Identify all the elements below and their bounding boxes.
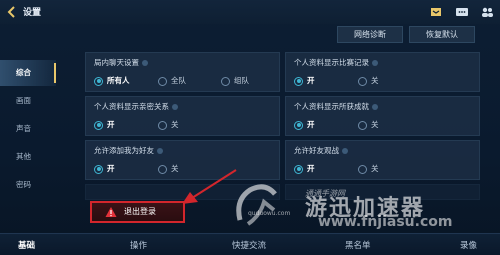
tab-operation[interactable]: 操作 [130, 239, 147, 251]
allow-friend-title: 允许添加我为好友 [94, 146, 154, 155]
tab-blacklist[interactable]: 黑名单 [345, 239, 371, 251]
radio-icon [94, 164, 103, 174]
achievements-title: 个人资料显示所获成就 [294, 102, 369, 111]
tab-replay[interactable]: 录像 [460, 239, 477, 251]
sidebar-item-password[interactable]: 密码 [0, 172, 56, 198]
achievements-on[interactable]: 开 [294, 119, 315, 130]
lan-chat-option-party[interactable]: 组队 [221, 75, 249, 86]
info-icon[interactable] [372, 60, 378, 66]
sidebar: 综合 画面 声音 其他 密码 [0, 60, 56, 230]
back-icon[interactable] [5, 5, 19, 19]
page-title: 设置 [23, 8, 42, 18]
info-icon[interactable] [372, 104, 378, 110]
allow-friend-on[interactable]: 开 [94, 163, 115, 174]
tab-basic[interactable]: 基础 [18, 239, 35, 251]
lan-chat-card: 局内聊天设置 所有人 全队 组队 [85, 52, 280, 92]
radio-icon [358, 76, 367, 86]
achievements-card: 个人资料显示所获成就 开 关 [285, 96, 480, 136]
annotation-arrow-icon [182, 169, 237, 204]
spectate-card: 允许好友观战 开 关 [285, 140, 480, 180]
lan-chat-title: 局内聊天设置 [94, 58, 139, 67]
intimate-title: 个人资料显示亲密关系 [94, 102, 169, 111]
sidebar-item-display[interactable]: 画面 [0, 88, 56, 114]
bottom-tab-bar: 基础 操作 快捷交流 黑名单 录像 [0, 233, 500, 255]
watermark-logo-icon [236, 184, 277, 226]
top-bar: 设置 [0, 0, 500, 24]
warning-icon [105, 207, 117, 217]
network-diagnose-button[interactable]: 网络诊断 [337, 26, 403, 43]
info-icon[interactable] [172, 104, 178, 110]
info-icon[interactable] [157, 148, 163, 154]
watermark-url: www.fnjiasu.com [318, 214, 453, 230]
watermark-domain: quduowu.com [248, 210, 291, 217]
radio-icon [294, 120, 303, 130]
lan-chat-option-all[interactable]: 所有人 [94, 75, 130, 86]
spectate-on[interactable]: 开 [294, 163, 315, 174]
intimate-card: 个人资料显示亲密关系 开 关 [85, 96, 280, 136]
achievements-off[interactable]: 关 [358, 119, 379, 130]
radio-icon [94, 76, 103, 86]
radio-icon [221, 76, 230, 86]
chat-icon[interactable] [455, 5, 469, 19]
match-record-on[interactable]: 开 [294, 75, 315, 86]
lan-chat-option-team[interactable]: 全队 [158, 75, 186, 86]
match-record-off[interactable]: 关 [358, 75, 379, 86]
spectate-off[interactable]: 关 [358, 163, 379, 174]
intimate-off[interactable]: 关 [158, 119, 179, 130]
sidebar-item-sound[interactable]: 声音 [0, 116, 56, 142]
mailbox-icon[interactable] [429, 5, 443, 19]
logout-button[interactable]: 退出登录 [90, 201, 185, 223]
logout-label: 退出登录 [124, 207, 156, 216]
radio-icon [358, 164, 367, 174]
restore-default-button[interactable]: 恢复默认 [409, 26, 475, 43]
match-record-title: 个人资料显示比赛记录 [294, 58, 369, 67]
radio-icon [294, 164, 303, 174]
match-record-card: 个人资料显示比赛记录 开 关 [285, 52, 480, 92]
radio-icon [158, 164, 167, 174]
tab-quick-chat[interactable]: 快捷交流 [232, 239, 266, 251]
radio-icon [158, 76, 167, 86]
friends-icon[interactable] [480, 5, 494, 19]
sidebar-item-other[interactable]: 其他 [0, 144, 56, 170]
sidebar-item-general[interactable]: 综合 [0, 60, 56, 86]
radio-icon [358, 120, 367, 130]
radio-icon [158, 120, 167, 130]
info-icon[interactable] [142, 60, 148, 66]
info-icon[interactable] [342, 148, 348, 154]
allow-friend-off[interactable]: 关 [158, 163, 179, 174]
radio-icon [94, 120, 103, 130]
intimate-on[interactable]: 开 [94, 119, 115, 130]
spectate-title: 允许好友观战 [294, 146, 339, 155]
radio-icon [294, 76, 303, 86]
